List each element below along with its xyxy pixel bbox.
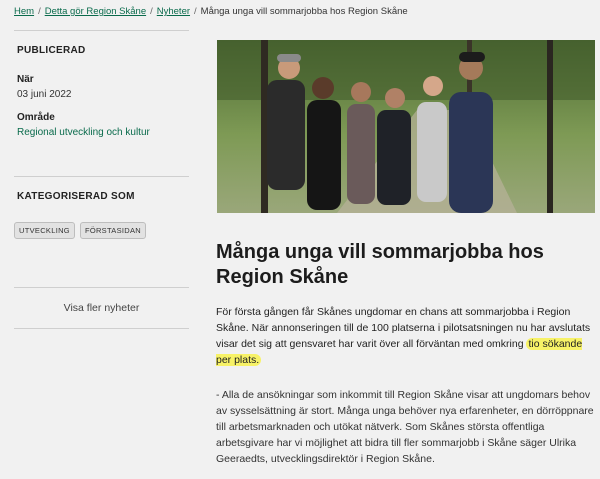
category-section: KATEGORISERAD SOM UTVECKLING FÖRSTASIDAN: [14, 176, 189, 287]
sidebar: PUBLICERAD När 03 juni 2022 Område Regio…: [14, 30, 189, 329]
breadcrumb-separator: /: [38, 6, 41, 17]
breadcrumb-region-link[interactable]: Detta gör Region Skåne: [45, 6, 146, 17]
breadcrumb: Hem / Detta gör Region Skåne / Nyheter / Många…: [14, 6, 408, 17]
article-title: Många unga vill sommarjobba hos Region S…: [216, 241, 544, 288]
published-section: PUBLICERAD När 03 juni 2022 Område Regio…: [14, 30, 189, 176]
tag-list: UTVECKLING FÖRSTASIDAN: [14, 222, 189, 239]
category-heading: KATEGORISERAD SOM: [17, 191, 135, 202]
area-link[interactable]: Regional utveckling och kultur: [17, 127, 189, 138]
publish-date: 03 juni 2022: [17, 89, 72, 100]
when-label: När: [17, 74, 34, 85]
breadcrumb-separator: /: [194, 6, 197, 17]
published-heading: PUBLICERAD: [17, 45, 86, 56]
article-body: - Alla de ansökningar som inkommit till …: [216, 389, 594, 465]
breadcrumb-news-link[interactable]: Nyheter: [157, 6, 190, 17]
tag-utveckling[interactable]: UTVECKLING: [14, 222, 75, 239]
tag-forstasidan[interactable]: FÖRSTASIDAN: [79, 222, 147, 239]
area-label: Område: [17, 112, 55, 123]
breadcrumb-current: Många unga vill sommarjobba hos Region S…: [200, 6, 408, 17]
article-lead: För första gången får Skånes ungdomar en…: [216, 304, 596, 368]
hero-photo: [217, 40, 595, 213]
hero-image: [217, 40, 595, 213]
more-news-link[interactable]: Visa fler nyheter: [14, 287, 189, 329]
breadcrumb-separator: /: [150, 6, 153, 17]
breadcrumb-home-link[interactable]: Hem: [14, 6, 34, 17]
